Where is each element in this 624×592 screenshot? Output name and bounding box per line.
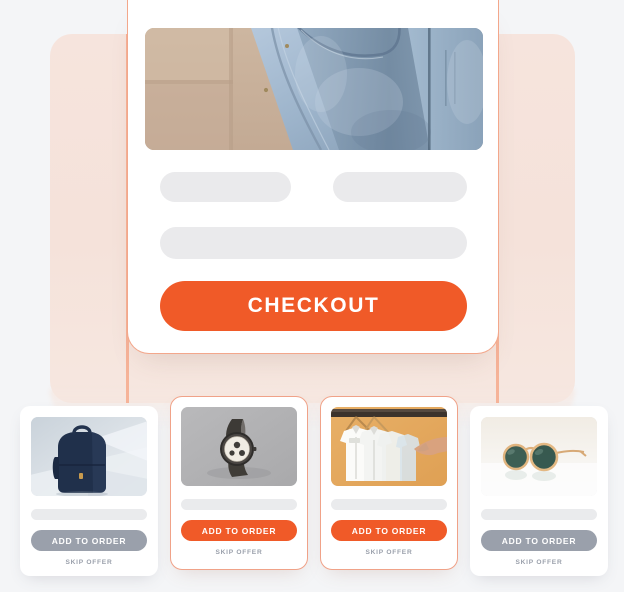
title-placeholder <box>181 499 297 510</box>
upsell-card-shirts[interactable]: ADD TO ORDER SKIP OFFER <box>320 396 458 570</box>
checkout-card: CHECKOUT <box>127 0 499 354</box>
watch-image <box>181 407 297 486</box>
add-to-order-button[interactable]: ADD TO ORDER <box>31 530 147 551</box>
sunglasses-image <box>481 417 597 496</box>
upsell-card-row: ADD TO ORDER SKIP OFFER ADD TO ORDER SKI… <box>0 396 624 592</box>
skip-offer-link[interactable]: SKIP OFFER <box>181 549 297 556</box>
upsell-card-watch[interactable]: ADD TO ORDER SKIP OFFER <box>170 396 308 570</box>
checkout-upsell-mockup: CHECKOUT ADD TO ORDER SKIP OFFER ADD TO … <box>0 0 624 592</box>
add-to-order-button[interactable]: ADD TO ORDER <box>331 520 447 541</box>
upsell-card-sunglasses[interactable]: ADD TO ORDER SKIP OFFER <box>470 406 608 576</box>
skip-offer-link[interactable]: SKIP OFFER <box>331 549 447 556</box>
skip-offer-link[interactable]: SKIP OFFER <box>481 559 597 566</box>
title-placeholder <box>31 509 147 520</box>
form-field-placeholder-full <box>160 227 467 259</box>
add-to-order-button[interactable]: ADD TO ORDER <box>481 530 597 551</box>
backpack-image <box>31 417 147 496</box>
title-placeholder <box>331 499 447 510</box>
hero-product-image <box>145 28 483 150</box>
checkout-button[interactable]: CHECKOUT <box>160 281 467 331</box>
title-placeholder <box>481 509 597 520</box>
shirts-image <box>331 407 447 486</box>
form-field-placeholder-left <box>160 172 291 202</box>
skip-offer-link[interactable]: SKIP OFFER <box>31 559 147 566</box>
upsell-card-backpack[interactable]: ADD TO ORDER SKIP OFFER <box>20 406 158 576</box>
add-to-order-button[interactable]: ADD TO ORDER <box>181 520 297 541</box>
form-field-placeholder-right <box>333 172 467 202</box>
